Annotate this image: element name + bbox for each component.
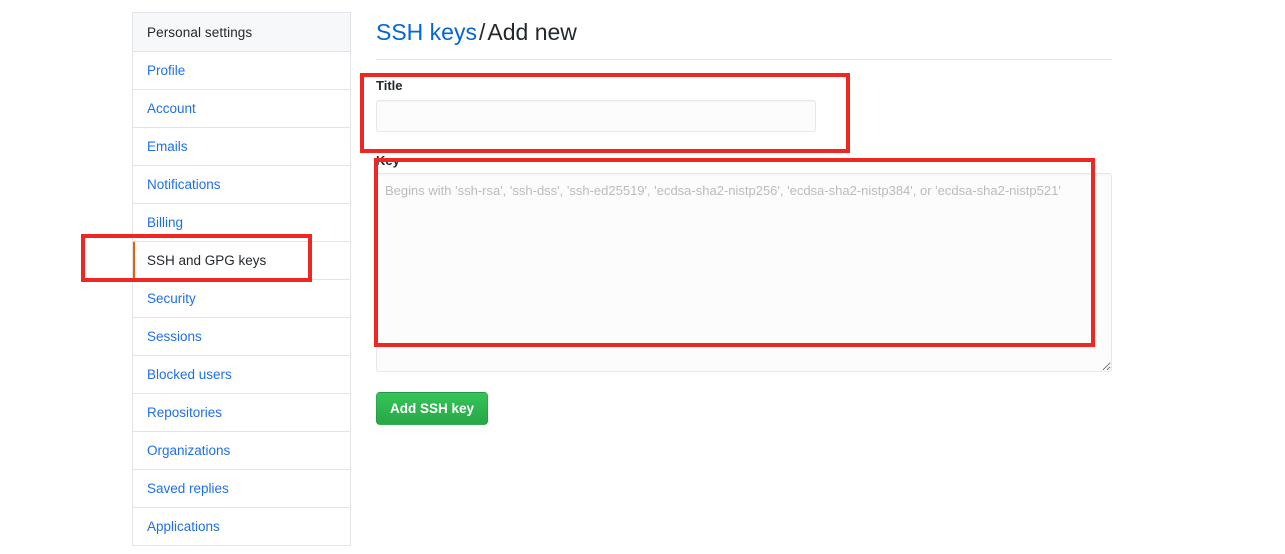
sidebar-item-profile[interactable]: Profile [133,52,350,90]
title-field-label: Title [376,78,403,93]
title-input[interactable] [376,100,816,132]
sidebar-item-security[interactable]: Security [133,280,350,318]
sidebar-item-sessions[interactable]: Sessions [133,318,350,356]
sidebar-item-label: SSH and GPG keys [147,253,267,268]
sidebar-item-blocked-users[interactable]: Blocked users [133,356,350,394]
sidebar-item-saved-replies[interactable]: Saved replies [133,470,350,508]
sidebar-item-label: Account [147,101,196,116]
sidebar-item-label: Organizations [147,443,231,458]
sidebar-item-label: Blocked users [147,367,232,382]
sidebar-item-organizations[interactable]: Organizations [133,432,350,470]
sidebar-item-label: Emails [147,139,188,154]
sidebar-item-label: Applications [147,519,220,534]
page-title: SSH keys/Add new [376,12,1112,60]
sidebar-item-list: Profile Account Emails Notifications Billing… [133,52,350,546]
add-ssh-key-button[interactable]: Add SSH key [376,392,489,425]
breadcrumb-ssh-keys-link[interactable]: SSH keys [376,19,477,45]
sidebar-item-notifications[interactable]: Notifications [133,166,350,204]
sidebar-item-label: Saved replies [147,481,229,496]
sidebar-item-applications[interactable]: Applications [133,508,350,546]
settings-sidebar: Personal settings Profile Account Emails No… [132,12,351,546]
sidebar-item-label: Billing [147,215,184,230]
sidebar-item-label: Notifications [147,177,221,192]
key-input[interactable] [376,173,1112,372]
breadcrumb-current: Add new [487,19,577,45]
sidebar-item-account[interactable]: Account [133,90,350,128]
sidebar-header: Personal settings [133,13,350,52]
key-field-label: Key [376,153,400,168]
sidebar-item-repositories[interactable]: Repositories [133,394,350,432]
breadcrumb-separator: / [478,19,486,45]
main-content: SSH keys/Add new Title Key Add SSH key [376,12,1112,425]
sidebar-item-label: Repositories [147,405,223,420]
sidebar-item-billing[interactable]: Billing [133,204,350,242]
sidebar-item-label: Profile [147,63,186,78]
sidebar-item-label: Sessions [147,329,202,344]
sidebar-item-ssh-and-gpg-keys[interactable]: SSH and GPG keys [133,242,350,280]
sidebar-item-emails[interactable]: Emails [133,128,350,166]
sidebar-item-label: Security [147,291,196,306]
